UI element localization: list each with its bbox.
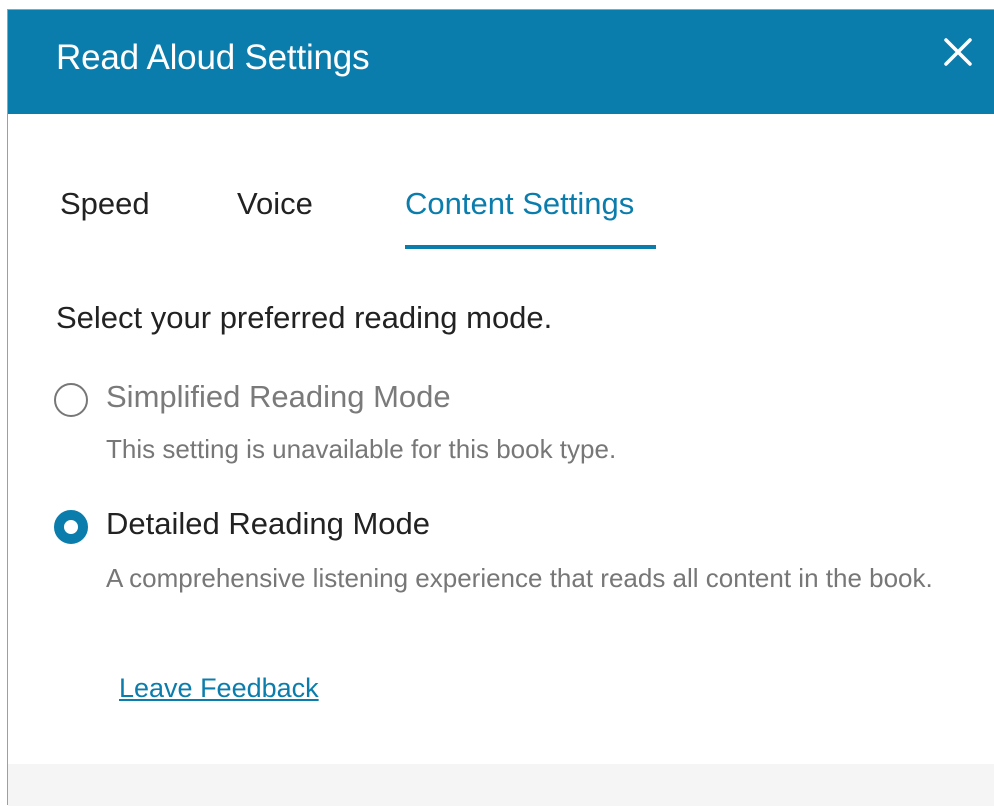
detailed-mode-description: A comprehensive listening experience tha… bbox=[106, 563, 933, 593]
tab-voice[interactable]: Voice bbox=[237, 186, 313, 222]
simplified-mode-label: Simplified Reading Mode bbox=[106, 379, 451, 414]
dialog-header: Read Aloud Settings bbox=[8, 10, 994, 114]
close-icon bbox=[944, 38, 972, 66]
dialog-footer bbox=[8, 764, 994, 806]
detailed-mode-label: Detailed Reading Mode bbox=[106, 506, 430, 541]
dialog-title: Read Aloud Settings bbox=[56, 38, 370, 77]
tab-speed[interactable]: Speed bbox=[60, 186, 150, 222]
leave-feedback-link[interactable]: Leave Feedback bbox=[119, 673, 319, 704]
tab-content-settings[interactable]: Content Settings bbox=[405, 186, 634, 222]
detailed-mode-radio[interactable] bbox=[54, 510, 88, 544]
close-button[interactable] bbox=[940, 34, 976, 70]
reading-mode-prompt: Select your preferred reading mode. bbox=[56, 300, 553, 335]
simplified-mode-radio[interactable] bbox=[54, 383, 88, 417]
simplified-mode-description: This setting is unavailable for this boo… bbox=[106, 434, 617, 464]
active-tab-indicator bbox=[405, 245, 656, 249]
settings-tabs: Speed Voice Content Settings bbox=[60, 178, 860, 252]
read-aloud-settings-dialog: Read Aloud Settings Speed Voice Content … bbox=[7, 9, 994, 806]
